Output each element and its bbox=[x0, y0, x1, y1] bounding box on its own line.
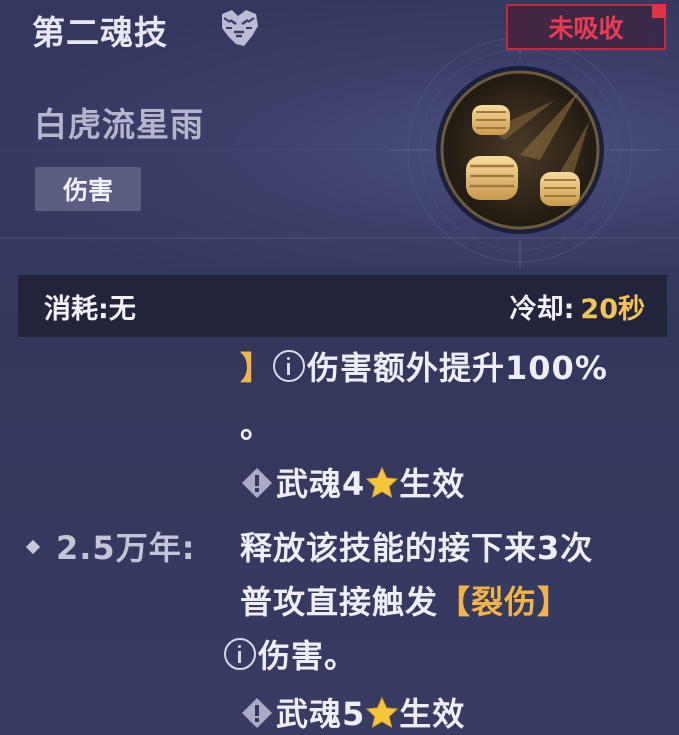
status-badge: 未吸收 bbox=[506, 4, 666, 50]
cooldown-info: 冷却: 20秒 bbox=[510, 287, 645, 326]
description-text: 伤害。 bbox=[258, 637, 358, 675]
tier-label: 2.5万年: bbox=[56, 529, 196, 567]
cooldown-value: 20秒 bbox=[580, 294, 645, 325]
cooldown-label: 冷却: bbox=[509, 294, 575, 325]
description-line: 普攻直接触发【裂伤】 bbox=[240, 577, 570, 623]
skill-info-bar: 消耗:无 冷却: 20秒 bbox=[18, 275, 667, 337]
warning-diamond-icon bbox=[242, 698, 272, 728]
info-icon[interactable] bbox=[224, 638, 256, 670]
skill-name: 白虎流星雨 bbox=[34, 105, 204, 144]
skill-detail-panel: 第二魂技 未吸收 白虎流星雨 伤害 消耗:无 冷却: 20秒 】 伤害额外提升1… bbox=[0, 0, 679, 735]
cost-info: 消耗:无 bbox=[44, 287, 136, 326]
fist-skill-icon bbox=[436, 66, 604, 234]
description-line: 。 bbox=[240, 407, 274, 445]
keyword-link[interactable]: 【裂伤】 bbox=[438, 583, 570, 621]
description-text: 普攻直接触发 bbox=[240, 583, 439, 621]
skill-type-tag: 伤害 bbox=[35, 167, 141, 211]
requirement-suffix: 生效 bbox=[399, 695, 466, 733]
requirement-text: 武魂5 bbox=[276, 695, 366, 733]
white-tiger-icon bbox=[222, 10, 258, 46]
warning-diamond-icon bbox=[242, 468, 272, 498]
cost-label: 消耗: bbox=[44, 294, 109, 325]
skill-header: 第二魂技 未吸收 白虎流星雨 伤害 bbox=[0, 0, 679, 268]
requirement-suffix: 生效 bbox=[399, 465, 466, 503]
skill-description: 】伤害额外提升100% 。 武魂4 生效 2.5万年: 释放该技能的接下来3次 … bbox=[0, 337, 679, 735]
star-icon bbox=[366, 696, 399, 729]
description-text: 伤害额外提升100% bbox=[307, 349, 608, 387]
star-icon bbox=[366, 466, 399, 499]
description-line: 释放该技能的接下来3次 bbox=[240, 529, 594, 567]
requirement-line: 武魂4 生效 bbox=[240, 459, 465, 505]
bracket-text: 】 bbox=[240, 349, 274, 387]
requirement-text: 武魂4 bbox=[276, 465, 366, 503]
requirement-line: 武魂5 生效 bbox=[240, 689, 465, 735]
bullet-icon bbox=[25, 539, 41, 555]
cost-value: 无 bbox=[108, 294, 136, 325]
description-line: 伤害。 bbox=[224, 631, 357, 677]
description-line: 】伤害额外提升100% bbox=[240, 343, 608, 389]
page-title: 第二魂技 bbox=[32, 13, 168, 52]
info-icon[interactable] bbox=[273, 350, 306, 382]
